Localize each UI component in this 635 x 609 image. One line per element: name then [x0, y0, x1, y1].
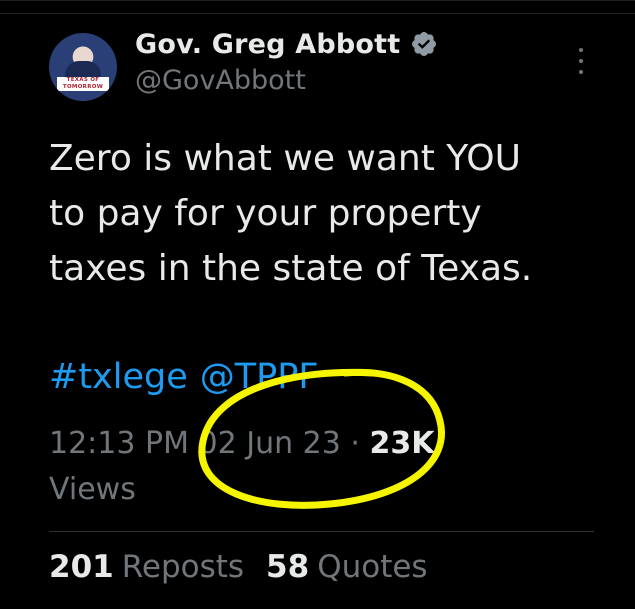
verified-badge-icon [412, 32, 437, 56]
tweet-header: Gov. Greg Abbott @GovAbbott [135, 25, 438, 96]
quotes-count: 58 [266, 549, 310, 585]
top-divider [0, 13, 635, 14]
avatar-banner-line2: TOMORROW [62, 84, 104, 90]
user-handle[interactable]: @GovAbbott [135, 65, 438, 96]
tweet-meta: 12:13 PM 02 Jun 23 · 23K Views [49, 421, 609, 513]
reposts-count: 201 [49, 549, 114, 585]
tweet-date[interactable]: 02 Jun 23 [199, 426, 341, 461]
tweet-text: Zero is what we want YOU to pay for your… [49, 138, 533, 289]
engagement-stats: 201 Reposts 58 Quotes [49, 549, 428, 585]
reposts-stat[interactable]: 201 Reposts [49, 549, 244, 585]
avatar-banner: TEXAS OF TOMORROW [57, 77, 109, 91]
more-vertical-icon[interactable] [578, 48, 584, 74]
avatar[interactable]: TEXAS OF TOMORROW [49, 33, 117, 101]
reposts-label: Reposts [121, 549, 245, 585]
display-name[interactable]: Gov. Greg Abbott [135, 29, 400, 60]
mention-link[interactable]: @TPPF [200, 357, 319, 397]
tweet-time[interactable]: 12:13 PM [49, 426, 189, 461]
avatar-banner-line1: TEXAS OF [66, 77, 100, 83]
tweet-tags: #txlege @TPPF [49, 357, 319, 397]
stats-divider [49, 531, 594, 532]
views-count: 23K [369, 426, 435, 461]
tweet-card: TEXAS OF TOMORROW Gov. Greg Abbott @GovA… [0, 0, 635, 609]
quotes-label: Quotes [317, 549, 428, 585]
name-row: Gov. Greg Abbott [135, 25, 438, 63]
views-label: Views [49, 472, 136, 507]
hashtag-link[interactable]: #txlege [49, 357, 188, 397]
quotes-stat[interactable]: 58 Quotes [266, 549, 428, 585]
meta-separator: · [350, 426, 360, 461]
